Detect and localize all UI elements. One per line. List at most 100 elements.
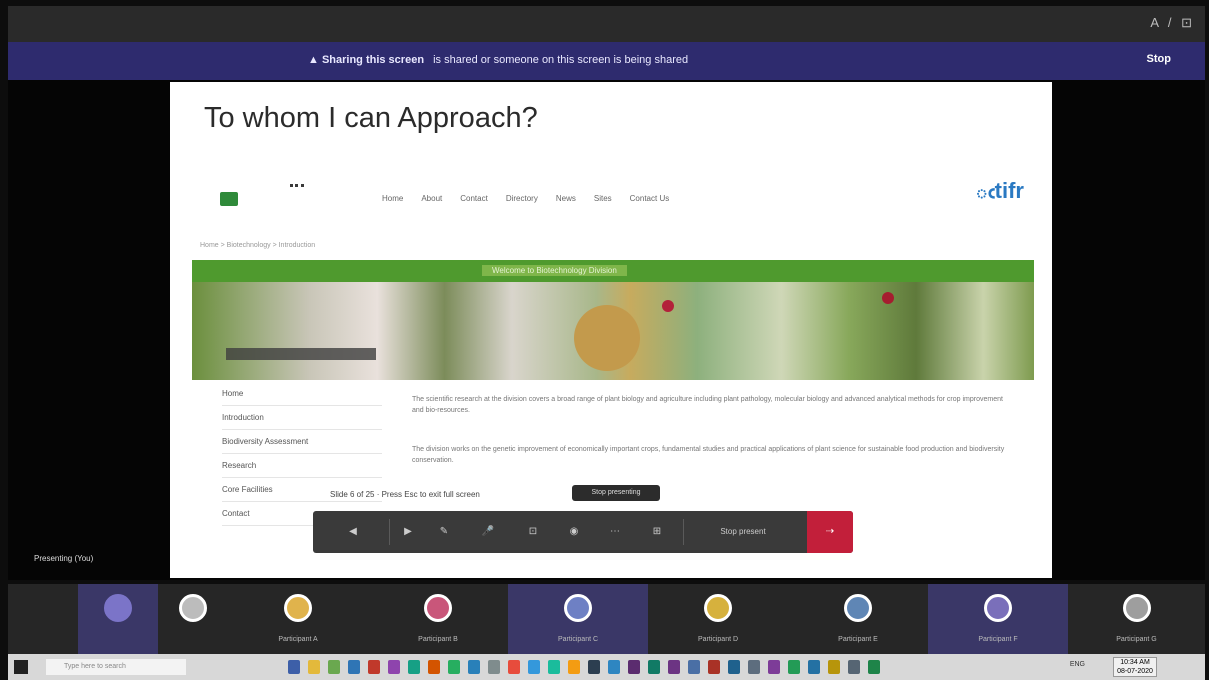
- windows-taskbar: Type here to search ENG 10:34 AM 08-07-2…: [8, 654, 1205, 680]
- pen-icon[interactable]: ✎: [433, 523, 455, 541]
- sidebar-item: Introduction: [222, 406, 382, 430]
- logo-dots: [290, 184, 304, 194]
- banner-caption: [226, 348, 376, 360]
- sidebar-item: Biodiversity Assessment: [222, 430, 382, 454]
- app-icon[interactable]: [388, 660, 400, 674]
- nav-item: Sites: [593, 194, 612, 203]
- breadcrumb: Home > Biotechnology > Introduction: [200, 242, 316, 249]
- website-sidebar: Home Introduction Biodiversity Assessmen…: [222, 382, 382, 526]
- app-icon[interactable]: [768, 660, 780, 674]
- participant-name: Participant C: [557, 636, 599, 643]
- avatar: [179, 594, 207, 622]
- app-icon[interactable]: [568, 660, 580, 674]
- app-icon[interactable]: [348, 660, 360, 674]
- taskbar-clock[interactable]: 10:34 AM 08-07-2020: [1113, 657, 1157, 677]
- more-icon[interactable]: ⋯: [595, 523, 635, 541]
- language-indicator[interactable]: ENG: [1070, 661, 1085, 668]
- app-icon[interactable]: [728, 660, 740, 674]
- nav-item: Contact: [460, 194, 488, 203]
- participant-tile[interactable]: Participant E: [788, 584, 928, 654]
- toolbar-divider: [389, 519, 390, 545]
- avatar: [424, 594, 452, 622]
- app-icon[interactable]: [748, 660, 760, 674]
- stop-sharing-button[interactable]: Stop: [1147, 53, 1171, 65]
- mic-icon[interactable]: 🎤: [477, 523, 499, 541]
- app-icon[interactable]: [788, 660, 800, 674]
- avatar: [564, 594, 592, 622]
- presenter-toolbar: ◀ ▶ ✎ 🎤 ⊡ ◉ ⋯ ⊞ Stop present ⇢: [313, 511, 853, 553]
- berry-image: [662, 300, 674, 312]
- laser-icon[interactable]: ◉: [563, 523, 585, 541]
- participant-strip: Participant A Participant B Participant …: [8, 584, 1205, 654]
- app-icon[interactable]: [588, 660, 600, 674]
- participant-tile[interactable]: [78, 584, 158, 654]
- play-icon[interactable]: ▶: [397, 523, 419, 541]
- website-paragraph: The division works on the genetic improv…: [412, 446, 1005, 464]
- website-paragraph: The scientific research at the division …: [412, 396, 1003, 414]
- app-icon[interactable]: [808, 660, 820, 674]
- self-view-label: Presenting (You): [34, 554, 94, 563]
- fit-icon[interactable]: ⊡: [513, 523, 553, 541]
- avatar: [984, 594, 1012, 622]
- app-icon[interactable]: [668, 660, 680, 674]
- participant-tile[interactable]: Participant D: [648, 584, 788, 654]
- presenter-tooltip: Stop presenting: [572, 485, 660, 501]
- app-icon[interactable]: [708, 660, 720, 674]
- participant-tile[interactable]: [158, 584, 228, 654]
- stop-present-button[interactable]: Stop present: [693, 523, 793, 541]
- nav-item: Contact Us: [629, 194, 670, 203]
- taskbar-search-input[interactable]: Type here to search: [46, 659, 186, 675]
- participant-name: Participant B: [418, 636, 458, 643]
- participant-tile[interactable]: Participant A: [228, 584, 368, 654]
- website-banner-image: Welcome to Biotechnology Division: [192, 260, 1034, 380]
- participant-tile[interactable]: Participant G: [1068, 584, 1205, 654]
- berry-image: [882, 292, 894, 304]
- window-title-bar: A / ⊡: [8, 6, 1205, 42]
- avatar: [1122, 594, 1151, 622]
- app-icon[interactable]: [868, 660, 880, 674]
- window-controls[interactable]: A / ⊡: [1150, 15, 1195, 31]
- slide-footnote: Slide 6 of 25 · Press Esc to exit full s…: [330, 490, 480, 499]
- participant-name: Participant A: [278, 636, 318, 643]
- participant-tile[interactable]: Participant B: [368, 584, 508, 654]
- avatar: [104, 594, 132, 622]
- app-icon[interactable]: [488, 660, 500, 674]
- nav-item: News: [555, 194, 576, 203]
- website-header: Home About Contact Directory News Sites …: [192, 160, 1034, 232]
- arrow-right-icon: ⇢: [825, 526, 835, 537]
- app-icon[interactable]: [428, 660, 440, 674]
- participant-tile[interactable]: Participant C: [508, 584, 648, 654]
- pages-icon[interactable]: ⊞: [645, 523, 669, 541]
- app-icon[interactable]: [828, 660, 840, 674]
- app-icon[interactable]: [648, 660, 660, 674]
- nav-item: Home: [382, 194, 404, 203]
- app-icon[interactable]: [468, 660, 480, 674]
- app-icon[interactable]: [308, 660, 320, 674]
- windows-start-icon[interactable]: [14, 660, 28, 674]
- sidebar-item: Home: [222, 382, 382, 406]
- app-icon[interactable]: [448, 660, 460, 674]
- app-icon[interactable]: [628, 660, 640, 674]
- app-icon[interactable]: [368, 660, 380, 674]
- app-root: A / ⊡ ▲ Sharing this screen is shared or…: [0, 0, 1209, 680]
- avatar: [704, 594, 732, 622]
- partner-logo: ఁtifr: [975, 178, 1024, 203]
- app-icon[interactable]: [848, 660, 860, 674]
- app-icon[interactable]: [328, 660, 340, 674]
- site-logo: [220, 184, 304, 212]
- nav-item: About: [421, 194, 443, 203]
- prev-slide-button[interactable]: ◀: [323, 523, 383, 541]
- app-icon[interactable]: [288, 660, 300, 674]
- app-icon[interactable]: [688, 660, 700, 674]
- next-slide-button[interactable]: ⇢: [807, 511, 853, 553]
- app-icon[interactable]: [508, 660, 520, 674]
- app-icon[interactable]: [608, 660, 620, 674]
- participant-name: Participant D: [697, 636, 739, 643]
- participant-tile[interactable]: Participant F: [928, 584, 1068, 654]
- app-icon[interactable]: [528, 660, 540, 674]
- banner-strip-text: Welcome to Biotechnology Division: [482, 265, 627, 276]
- app-icon[interactable]: [408, 660, 420, 674]
- leaf-icon: [220, 192, 238, 206]
- app-icon[interactable]: [548, 660, 560, 674]
- avatar: [284, 594, 312, 622]
